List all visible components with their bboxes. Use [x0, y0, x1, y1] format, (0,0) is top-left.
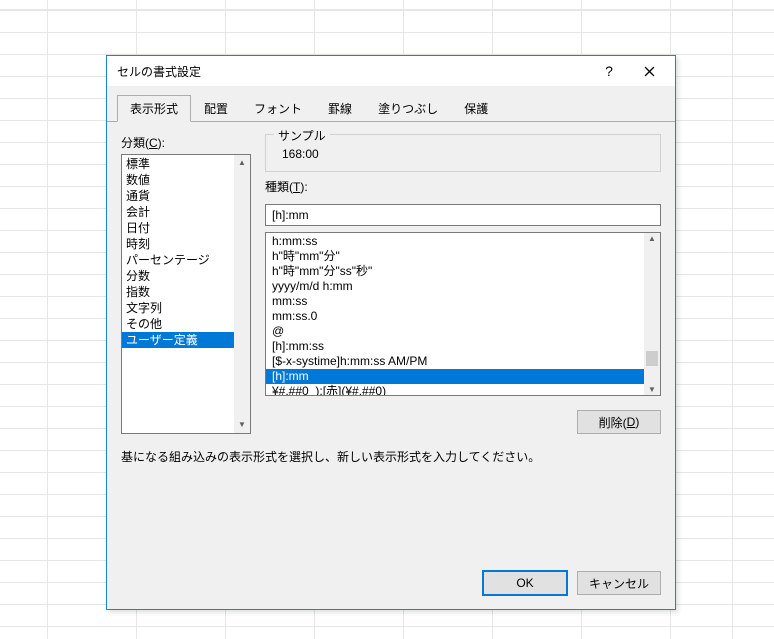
type-input[interactable]: [265, 204, 661, 226]
category-item[interactable]: 日付: [122, 220, 234, 236]
format-item[interactable]: mm:ss.0: [266, 309, 644, 324]
category-item[interactable]: 分数: [122, 268, 234, 284]
category-list[interactable]: 標準数値通貨会計日付時刻パーセンテージ分数指数文字列その他ユーザー定義 ▲ ▼: [121, 154, 251, 434]
format-item[interactable]: [h]:mm: [266, 369, 644, 384]
scroll-up-icon: ▲: [644, 234, 660, 243]
scroll-down-icon: ▼: [238, 418, 246, 432]
close-button[interactable]: [629, 57, 669, 85]
format-item[interactable]: h"時"mm"分"ss"秒": [266, 264, 644, 279]
category-item[interactable]: 指数: [122, 284, 234, 300]
scroll-down-icon: ▼: [644, 385, 660, 394]
category-item[interactable]: その他: [122, 316, 234, 332]
format-item[interactable]: mm:ss: [266, 294, 644, 309]
type-label: 種類(T):: [265, 178, 661, 195]
format-cells-dialog: セルの書式設定 ? 表示形式 配置 フォント 罫線 塗りつぶし 保護 分類(C)…: [106, 55, 676, 610]
titlebar: セルの書式設定 ?: [107, 56, 675, 86]
category-item[interactable]: 通貨: [122, 188, 234, 204]
delete-button[interactable]: 削除(D): [577, 410, 661, 434]
tab-font[interactable]: フォント: [241, 95, 315, 122]
format-item[interactable]: @: [266, 324, 644, 339]
ok-button[interactable]: OK: [483, 571, 567, 595]
format-item[interactable]: h"時"mm"分": [266, 249, 644, 264]
format-item[interactable]: h:mm:ss: [266, 234, 644, 249]
category-item[interactable]: 会計: [122, 204, 234, 220]
sample-label: サンプル: [274, 127, 330, 144]
tab-border[interactable]: 罫線: [315, 95, 365, 122]
format-item[interactable]: [h]:mm:ss: [266, 339, 644, 354]
tab-strip: 表示形式 配置 フォント 罫線 塗りつぶし 保護: [107, 86, 675, 122]
format-item[interactable]: [$-x-systime]h:mm:ss AM/PM: [266, 354, 644, 369]
scroll-up-icon: ▲: [238, 156, 246, 170]
tab-number-format[interactable]: 表示形式: [117, 95, 191, 122]
category-item[interactable]: ユーザー定義: [122, 332, 234, 348]
category-item[interactable]: パーセンテージ: [122, 252, 234, 268]
close-icon: [644, 66, 655, 77]
category-scrollbar[interactable]: ▲ ▼: [234, 155, 250, 433]
sample-value: 168:00: [276, 143, 650, 161]
sample-group: サンプル 168:00: [265, 134, 661, 172]
category-item[interactable]: 数値: [122, 172, 234, 188]
help-button[interactable]: ?: [589, 57, 629, 85]
tab-fill[interactable]: 塗りつぶし: [365, 95, 451, 122]
tab-protection[interactable]: 保護: [451, 95, 501, 122]
description-text: 基になる組み込みの表示形式を選択し、新しい表示形式を入力してください。: [121, 448, 661, 465]
dialog-footer: OK キャンセル: [107, 561, 675, 609]
category-item[interactable]: 時刻: [122, 236, 234, 252]
category-label: 分類(C):: [121, 134, 251, 151]
category-item[interactable]: 標準: [122, 156, 234, 172]
category-item[interactable]: 文字列: [122, 300, 234, 316]
format-scrollbar[interactable]: ▲ ▼: [644, 233, 660, 395]
format-code-list[interactable]: h:mm:ssh"時"mm"分"h"時"mm"分"ss"秒"yyyy/m/d h…: [265, 232, 661, 396]
dialog-content: 分類(C): 標準数値通貨会計日付時刻パーセンテージ分数指数文字列その他ユーザー…: [107, 122, 675, 561]
scroll-thumb[interactable]: [646, 351, 658, 366]
dialog-title: セルの書式設定: [117, 63, 201, 80]
cancel-button[interactable]: キャンセル: [577, 571, 661, 595]
format-item[interactable]: yyyy/m/d h:mm: [266, 279, 644, 294]
format-item[interactable]: ¥#,##0_);[赤](¥#,##0): [266, 384, 644, 395]
tab-alignment[interactable]: 配置: [191, 95, 241, 122]
